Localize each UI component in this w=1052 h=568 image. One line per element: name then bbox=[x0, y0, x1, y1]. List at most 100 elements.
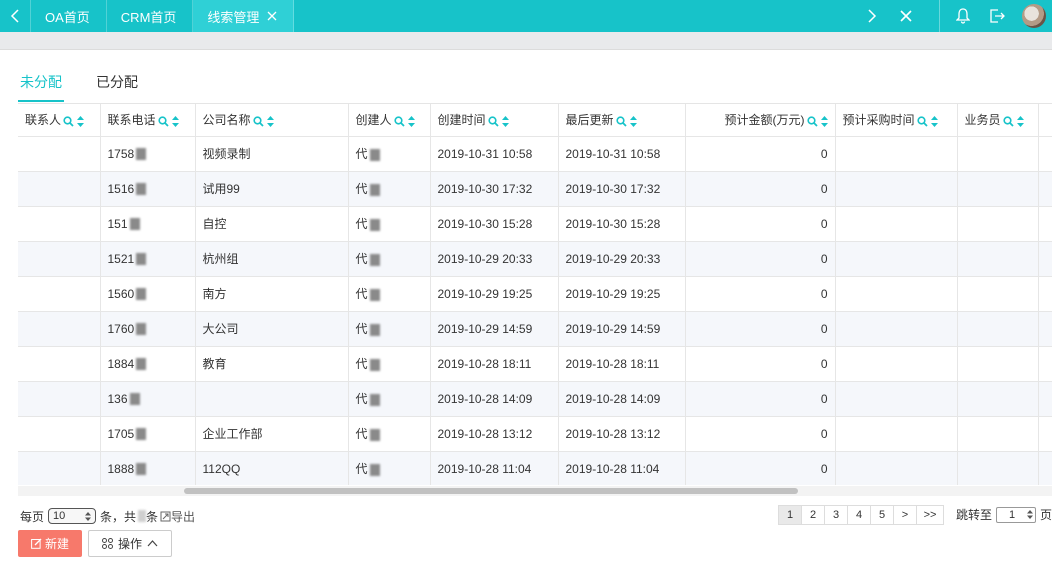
table-body: 1758 视频录制代 2019-10-31 10:58 2019-10-31 10:5… bbox=[18, 136, 1052, 485]
search-icon[interactable] bbox=[615, 115, 627, 127]
column-label: 预计采购时间 bbox=[842, 113, 915, 128]
column-header-phone[interactable]: 联系电话 bbox=[100, 104, 196, 137]
cell-created-time-text: 2019-10-29 19:25 bbox=[437, 286, 533, 301]
cell-contact bbox=[18, 136, 101, 172]
page-button-5[interactable]: 5 bbox=[870, 505, 894, 525]
column-header-contact[interactable]: 联系人 bbox=[18, 104, 101, 137]
next-page-button[interactable]: > bbox=[893, 505, 917, 525]
cell-created-time-text: 2019-10-30 17:32 bbox=[437, 181, 533, 196]
table-row[interactable]: 1521 杭州组 代 2019-10-29 20:33 2019-10-29 20:33… bbox=[18, 241, 1052, 277]
table-row[interactable]: 1884 教育 代 2019-10-28 18:11 2019-10-28 18:11 0 bbox=[18, 346, 1052, 382]
sort-icon[interactable] bbox=[266, 115, 274, 127]
table-row[interactable]: 136 代 2019-10-28 14:09 2019-10-28 14:09 0 bbox=[18, 381, 1052, 417]
table-row[interactable]: 1516 试用99 代 2019-10-30 17:32 2019-10-30 17:3… bbox=[18, 171, 1052, 207]
horizontal-scrollbar[interactable] bbox=[18, 486, 1052, 496]
column-label: 业务员 bbox=[964, 113, 1001, 128]
sort-icon[interactable] bbox=[171, 115, 179, 127]
close-all-tabs-button[interactable] bbox=[889, 0, 923, 32]
cell-phone-text: 1758 bbox=[107, 146, 135, 161]
cell-purchase-time bbox=[835, 451, 958, 485]
pagination: 1 2 3 4 5 > >> bbox=[778, 505, 944, 525]
table-row[interactable]: 151 自控 代 2019-10-30 15:28 2019-10-30 15:28 0 bbox=[18, 206, 1052, 242]
close-icon[interactable] bbox=[267, 11, 277, 21]
redacted-text bbox=[136, 323, 147, 336]
search-icon[interactable] bbox=[393, 115, 405, 127]
column-header-amount[interactable]: 预计金额(万元) bbox=[685, 104, 836, 137]
new-lead-button[interactable]: 新建 bbox=[18, 530, 82, 557]
sort-icon[interactable] bbox=[407, 115, 415, 127]
column-label: 最后更新 bbox=[565, 113, 614, 128]
table-row[interactable]: 1758 视频录制 代 2019-10-31 10:58 2019-10-31 10:5… bbox=[18, 136, 1052, 172]
redacted-text bbox=[369, 218, 380, 231]
table-row[interactable]: 1888 112QQ 代 2019-10-28 11:04 2019-10-28 11:… bbox=[18, 451, 1052, 485]
cell-updated-time-text: 2019-10-28 18:11 bbox=[565, 356, 660, 371]
cell-amount-text: 0 bbox=[820, 181, 828, 196]
page-button-1[interactable]: 1 bbox=[778, 505, 802, 525]
column-header-created-time[interactable]: 创建时间 bbox=[430, 104, 559, 137]
sort-icon[interactable] bbox=[501, 115, 509, 127]
table-row[interactable]: 1705 企业工作部 代 2019-10-28 13:12 2019-10-28 13:… bbox=[18, 416, 1052, 452]
cell-creator: 代 bbox=[348, 206, 431, 242]
cell-amount: 0 bbox=[685, 346, 836, 382]
column-header-updated-time[interactable]: 最后更新 bbox=[558, 104, 686, 137]
cell-company-text: 大公司 bbox=[202, 322, 239, 336]
column-header-purchase-time[interactable]: 预计采购时间 bbox=[835, 104, 958, 137]
cell-contact bbox=[18, 171, 101, 207]
scrollbar-thumb[interactable] bbox=[184, 488, 798, 494]
sort-icon[interactable] bbox=[629, 115, 637, 127]
page-button-4[interactable]: 4 bbox=[847, 505, 871, 525]
cell-purchase-time bbox=[835, 416, 958, 452]
search-icon[interactable] bbox=[806, 115, 818, 127]
edit-icon bbox=[31, 538, 42, 549]
logout-button[interactable] bbox=[980, 0, 1014, 32]
cell-company: 视频录制 bbox=[195, 136, 349, 172]
sort-icon[interactable] bbox=[77, 115, 85, 127]
cell-created-time: 2019-10-30 17:32 bbox=[430, 171, 559, 207]
cell-updated-time: 2019-10-29 14:59 bbox=[558, 311, 686, 347]
operations-button[interactable]: 操作 bbox=[88, 530, 172, 557]
cell-created-time-text: 2019-10-28 13:12 bbox=[437, 426, 533, 441]
table-footer: 每页 10 条，共 条 导出 1 2 3 4 5 > >> 跳转至 1 页 bbox=[20, 505, 1052, 527]
lead-table-wrapper: 联系人 联系电话 公司名称 创建人 创建时间 最后更新 预计金额(万元) 预计采… bbox=[18, 103, 1052, 485]
column-header-creator[interactable]: 创建人 bbox=[348, 104, 431, 137]
search-icon[interactable] bbox=[157, 115, 169, 127]
back-button[interactable] bbox=[0, 0, 30, 32]
page-size-select[interactable]: 10 bbox=[48, 508, 97, 524]
tab-crm-home[interactable]: CRM首页 bbox=[107, 0, 194, 32]
jump-label: 跳转至 bbox=[955, 508, 992, 522]
tab-assigned[interactable]: 已分配 bbox=[94, 62, 140, 102]
page-button-2[interactable]: 2 bbox=[801, 505, 825, 525]
tab-lead-management[interactable]: 线索管理 bbox=[193, 0, 295, 32]
tab-unassigned[interactable]: 未分配 bbox=[18, 62, 64, 102]
tab-oa-home[interactable]: OA首页 bbox=[30, 0, 107, 32]
page-button-3[interactable]: 3 bbox=[824, 505, 848, 525]
notification-button[interactable] bbox=[946, 0, 980, 32]
scroll-tabs-right-button[interactable] bbox=[855, 0, 889, 32]
sort-icon[interactable] bbox=[930, 115, 938, 127]
redacted-text bbox=[369, 463, 380, 476]
column-header-company[interactable]: 公司名称 bbox=[195, 104, 349, 137]
avatar[interactable] bbox=[1022, 4, 1046, 28]
cell-creator: 代 bbox=[348, 416, 431, 452]
search-icon[interactable] bbox=[487, 115, 499, 127]
cell-creator-text: 代 bbox=[355, 392, 368, 406]
jump-page-input[interactable]: 1 bbox=[995, 506, 1036, 523]
cell-created-time-text: 2019-10-29 20:33 bbox=[437, 251, 533, 266]
last-page-button[interactable]: >> bbox=[916, 505, 944, 525]
cell-salesperson bbox=[957, 346, 1039, 382]
sort-icon[interactable] bbox=[820, 115, 828, 127]
cell-updated-time-text: 2019-10-30 15:28 bbox=[565, 216, 661, 231]
search-icon[interactable] bbox=[916, 115, 928, 127]
column-header-salesperson[interactable]: 业务员 bbox=[957, 104, 1039, 137]
table-row[interactable]: 1760 大公司 代 2019-10-29 14:59 2019-10-29 14:59… bbox=[18, 311, 1052, 347]
export-button[interactable]: 导出 bbox=[160, 508, 195, 525]
divider bbox=[939, 0, 940, 32]
cell-creator: 代 bbox=[348, 241, 431, 277]
column-header-overflow bbox=[1038, 104, 1052, 137]
column-label: 创建人 bbox=[355, 113, 392, 128]
sort-icon[interactable] bbox=[1016, 115, 1024, 127]
search-icon[interactable] bbox=[63, 115, 74, 127]
search-icon[interactable] bbox=[1002, 115, 1014, 127]
table-row[interactable]: 1560 南方 代 2019-10-29 19:25 2019-10-29 19:25 0 bbox=[18, 276, 1052, 312]
search-icon[interactable] bbox=[252, 115, 264, 127]
